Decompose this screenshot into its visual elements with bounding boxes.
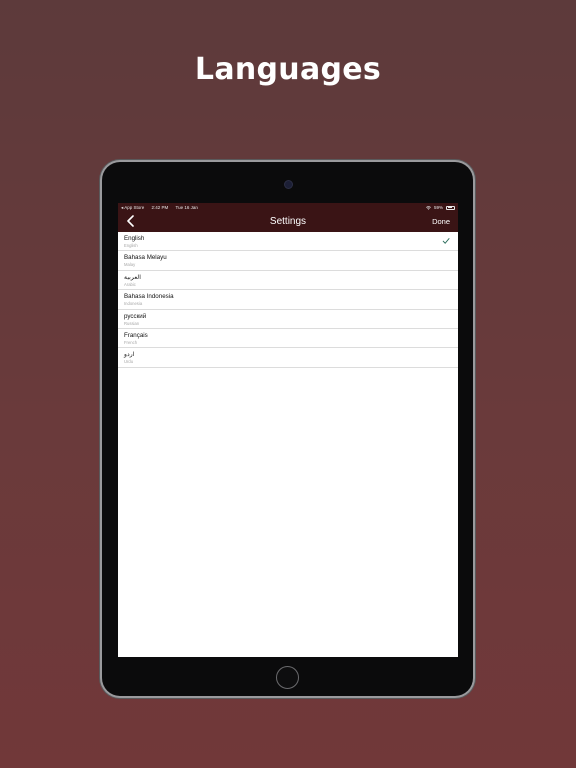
language-subtitle: English	[124, 243, 138, 248]
page-headline: Languages	[194, 52, 382, 87]
language-subtitle: Indonesia	[124, 301, 143, 307]
language-name: العربية	[124, 273, 141, 281]
language-list: English English Bahasa Melayu Malay العر…	[118, 232, 458, 368]
language-name: اردو	[124, 351, 135, 359]
language-row-arabic[interactable]: العربية Arabic	[118, 271, 458, 291]
navigation-bar: ◂ App Store 2:42 PM Tue 16 Jan 59% Setti…	[118, 203, 458, 232]
done-button[interactable]: Done	[432, 217, 450, 226]
device-screen: ◂ App Store 2:42 PM Tue 16 Jan 59% Setti…	[118, 203, 458, 657]
language-subtitle: French	[124, 339, 138, 345]
language-name: Français	[124, 331, 148, 339]
language-name: Bahasa Melayu	[124, 254, 167, 262]
language-row-malay[interactable]: Bahasa Melayu Malay	[118, 251, 458, 271]
language-name: русский	[124, 312, 147, 320]
language-row-russian[interactable]: русский Russian	[118, 310, 458, 329]
language-subtitle: Russian	[124, 320, 140, 326]
front-camera	[284, 180, 293, 189]
language-subtitle: Malay	[124, 262, 136, 268]
wifi-icon	[425, 205, 431, 210]
battery-percent: 59%	[433, 205, 443, 210]
status-date: Tue 16 Jan	[175, 205, 198, 210]
back-chevron-icon[interactable]	[124, 214, 138, 228]
nav-title: Settings	[269, 216, 307, 227]
language-row-french[interactable]: Français French	[118, 329, 458, 349]
home-button[interactable]	[276, 666, 299, 689]
language-row-urdu[interactable]: اردو Urdu	[118, 348, 458, 368]
language-row-english[interactable]: English English	[118, 232, 458, 252]
language-name: English	[124, 235, 145, 242]
back-to-app-link[interactable]: ◂ App Store	[121, 205, 144, 210]
language-subtitle: Arabic	[124, 281, 136, 287]
checkmark-icon	[442, 238, 450, 244]
language-name: Bahasa Indonesia	[124, 293, 174, 301]
language-subtitle: Urdu	[124, 359, 134, 365]
battery-icon	[446, 205, 455, 210]
status-time: 2:42 PM	[151, 205, 169, 210]
language-row-indonesian[interactable]: Bahasa Indonesia Indonesia	[118, 290, 458, 310]
status-bar: ◂ App Store 2:42 PM Tue 16 Jan 59%	[118, 203, 458, 212]
